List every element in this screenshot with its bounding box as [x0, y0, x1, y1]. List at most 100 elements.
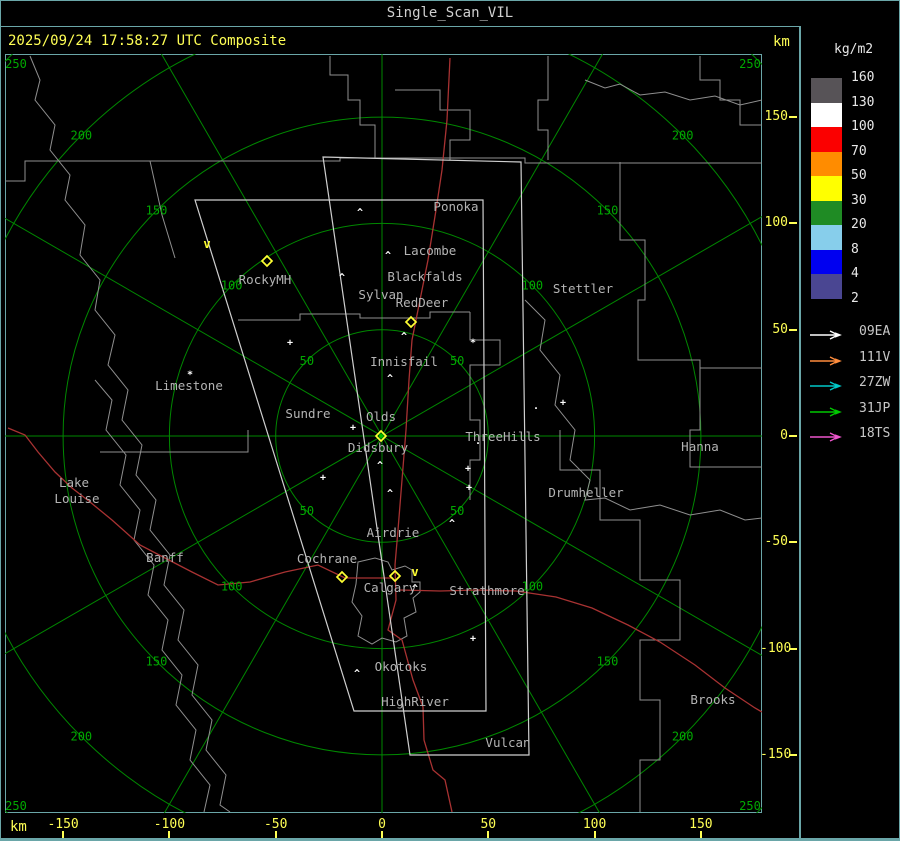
bottom-axis-tick [487, 831, 490, 838]
legend-color-swatch [811, 200, 842, 225]
legend-color-swatch [811, 225, 842, 250]
town-marker: * [470, 338, 476, 349]
town-marker: ^ [401, 332, 407, 343]
county-boundary [537, 56, 549, 160]
bottom-divider [0, 838, 900, 840]
city-label-reddeer: RedDeer [396, 295, 449, 310]
right-axis-label: 150 [764, 109, 788, 125]
radar-arrow-icon [810, 330, 842, 340]
city-label-calgary: Calgary [364, 580, 417, 595]
legend-color-swatch [811, 102, 842, 127]
radar-app-window: Single_Scan_VIL 2025/09/24 17:58:27 UTC … [0, 0, 900, 841]
town-marker: ^ [385, 251, 391, 262]
right-axis-tick [789, 435, 797, 437]
bottom-axis-label: 50 [480, 817, 497, 832]
radar-id-label: 31JP [859, 400, 891, 416]
ring-distance-label: 150 [146, 654, 168, 668]
ring-distance-label: 250 [739, 799, 761, 813]
city-label-hanna: Hanna [681, 439, 719, 454]
legend-color-swatch [811, 249, 842, 274]
radar-id-label: 27ZW [859, 375, 891, 390]
radar-arrow-icon [810, 381, 842, 391]
ring-distance-label: 150 [597, 654, 619, 668]
ring-distance-label: 50 [450, 504, 464, 518]
right-axis-tick [789, 328, 797, 331]
storm-direction-marker: v [411, 565, 418, 579]
radar-arrow-icon [810, 432, 842, 442]
city-label-threehills: ThreeHills [465, 429, 540, 444]
ring-distance-label: 200 [672, 730, 694, 744]
ring-distance-label: 250 [5, 57, 27, 71]
city-label-innisfail: Innisfail [370, 354, 438, 369]
county-boundary [100, 430, 249, 453]
right-axis-unit-label: km [773, 34, 790, 50]
ring-distance-label: 250 [739, 57, 761, 71]
town-marker: + [287, 338, 293, 349]
window-title: Single_Scan_VIL [386, 5, 514, 21]
legend-radar-row: 18TS [809, 426, 890, 447]
legend-value-label: 100 [851, 119, 875, 134]
ring-distance-label: 200 [672, 128, 694, 142]
county-boundary [238, 311, 470, 321]
town-marker: + [320, 473, 326, 484]
right-axis-tick [789, 753, 797, 756]
bottom-axis-label: 100 [582, 817, 607, 832]
city-label-louise: Louise [54, 491, 99, 506]
legend-value-label: 30 [851, 192, 867, 208]
legend-value-label: 8 [851, 241, 859, 257]
city-label-okotoks: Okotoks [375, 659, 428, 674]
bottom-axis-tick [699, 831, 702, 838]
city-label-stettler: Stettler [553, 281, 614, 296]
town-marker: ^ [449, 519, 455, 530]
bottom-axis-label: -50 [263, 817, 288, 832]
legend-value-label: 130 [851, 94, 875, 110]
legend-value-label: 2 [851, 290, 859, 306]
town-marker: ^ [387, 489, 393, 500]
storm-direction-marker: v [203, 237, 210, 251]
legend-color-swatch [811, 127, 842, 152]
ring-distance-label: 50 [300, 504, 314, 518]
legend-value-label: 70 [851, 143, 867, 159]
county-boundary [94, 379, 211, 813]
county-boundary [329, 56, 376, 158]
legend-radar-row: 27ZW [809, 375, 890, 396]
city-label-vulcan: Vulcan [485, 735, 530, 750]
bottom-axis-unit-label: km [10, 819, 27, 835]
city-label-rockymh: RockyMH [239, 272, 292, 287]
town-marker: ^ [354, 669, 360, 680]
right-axis-label: -100 [760, 640, 792, 656]
legend-value-label: 4 [851, 266, 859, 281]
city-label-drumheller: Drumheller [548, 485, 624, 500]
radar-arrow-icon [810, 406, 842, 417]
city-label-olds: Olds [366, 409, 396, 424]
town-marker: · [533, 404, 539, 415]
right-axis-tick [789, 647, 797, 650]
town-marker: ^ [387, 374, 393, 385]
city-label-highriver: HighRiver [381, 694, 449, 709]
town-marker: + [470, 634, 476, 645]
legend-radar-row: 09EA [809, 324, 890, 345]
right-axis-label: -150 [760, 746, 792, 762]
map-canvas: 50 5050 50100 100100 100150 150150 150200 20020… [5, 54, 762, 813]
legend-value-label: 20 [851, 217, 867, 232]
city-label-banff: Banff [146, 550, 184, 565]
bottom-axis-label: 150 [689, 817, 713, 832]
town-marker: ^ [339, 273, 345, 284]
bottom-axis-label: -100 [153, 817, 186, 832]
legend-color-swatch [811, 176, 842, 201]
legend-value-label: 50 [851, 168, 867, 183]
city-label-strathmore: Strathmore [449, 583, 524, 598]
bottom-axis-label: -150 [47, 817, 79, 832]
right-axis-label: 0 [780, 428, 788, 443]
title-bar: Single_Scan_VIL [0, 0, 900, 27]
town-marker: + [560, 398, 566, 409]
town-marker: + [350, 423, 356, 434]
bottom-axis-tick [381, 831, 383, 838]
ring-distance-label: 50 [300, 354, 314, 368]
city-label-limestone: Limestone [155, 378, 223, 393]
bottom-axis-tick [274, 831, 277, 838]
county-boundary [619, 162, 762, 369]
right-axis-label: 100 [764, 215, 788, 231]
right-axis-tick [789, 222, 797, 225]
county-boundary [584, 79, 762, 106]
